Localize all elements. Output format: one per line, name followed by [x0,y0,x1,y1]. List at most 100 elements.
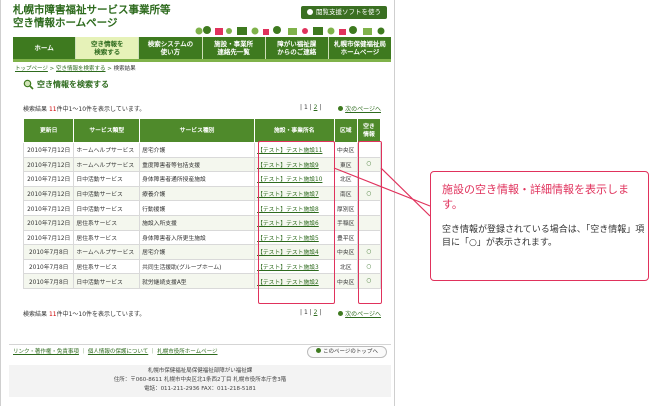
cell-service-category: ホームヘルプサービス [73,142,141,158]
site-title[interactable]: 札幌市障害福祉サービス事業所等 空き情報ホームページ [13,4,171,30]
pager: | 1 | 2 | [300,309,322,316]
cell-service-category: 居住系サービス [73,229,141,246]
cell-district: 北区 [333,258,358,275]
site-header: 札幌市障害福祉サービス事業所等 空き情報ホームページ 閲覧支援ソフトを使う [13,4,391,36]
breadcrumb-current: 検索結果 [113,66,136,72]
address-location: 住所：〒060-8611 札幌市中央区北1条西2丁目 札幌市役所本庁舎3階 [113,377,287,383]
accessibility-assist-button[interactable]: 閲覧支援ソフトを使う [301,6,387,19]
pager: | 1 | 2 | [300,104,322,111]
breadcrumb-home[interactable]: トップページ [15,66,48,72]
global-nav: ホーム 空き情報を 検索する 検索システムの 使い方 施設・事業所 連絡先一覧 … [13,37,391,59]
explanation-callout: 施設の空き情報・詳細情報を表示します。 空き情報が登録されている場合は、「空き情… [430,171,649,281]
browser-page: 札幌市障害福祉サービス事業所等 空き情報ホームページ 閲覧支援ソフトを使う ホー… [0,0,395,406]
next-page-label: 次のページへ [345,311,381,318]
cell-district: 南区 [333,185,358,202]
magnifier-icon [23,79,34,90]
cell-district: 東区 [333,156,358,173]
next-page-label: 次のページへ [345,106,381,113]
cell-service-type: 身体障害者通所授産施設 [139,171,256,187]
page-2-link[interactable]: 2 [314,309,318,316]
site-title-line2: 空き情報ホームページ [13,17,118,29]
cell-service-type: 居宅介護 [139,142,256,158]
cell-district: 豊平区 [333,229,358,246]
cell-service-type: 施設入所支援 [139,214,256,231]
cell-updated: 2010年7月12日 [22,229,75,246]
table-header-row: 更新日 サービス類型 サービス種別 施設・事業所名 区域 空き 情報 [22,118,382,143]
result-bar-top: 検索結果 11件中1〜10件を表示しています。 | 1 | 2 | 次のページへ [23,103,381,114]
cell-service-category: 日中活動サービス [73,273,141,289]
cell-service-category: 日中活動サービス [73,200,141,216]
nav-search-vacancy[interactable]: 空き情報を 検索する [76,37,140,59]
cell-district: 中央区 [333,142,358,158]
header-decoration-icon [195,26,385,35]
back-to-top-button[interactable]: このページのトップへ [307,346,387,358]
result-suffix: 件中1〜10件を表示しています。 [56,311,146,318]
cell-service-category: 居住系サービス [73,258,141,275]
footer-link-privacy[interactable]: 個人情報の保護について [88,349,148,355]
page-1[interactable]: 1 [304,309,308,316]
site-title-line1: 札幌市障害福祉サービス事業所等 [13,4,171,16]
cell-service-category: ホームヘルプサービス [73,156,141,173]
page-title-text: 空き情報を検索する [37,80,109,89]
up-arrow-icon [316,348,322,353]
cell-service-type: 重度障害者等包括支援 [139,156,256,173]
cell-service-category: 日中活動サービス [73,171,141,187]
page-title: 空き情報を検索する [23,79,109,90]
breadcrumb-search[interactable]: 空き情報を検索する [56,66,106,72]
footer-address: 札幌市保健福祉局保健福祉部障がい福祉課 住所：〒060-8611 札幌市中央区北… [9,365,391,397]
cell-updated: 2010年7月12日 [22,185,75,202]
col-district: 区域 [333,118,358,143]
cell-updated: 2010年7月12日 [22,171,75,187]
result-count: 検索結果 11件中1〜10件を表示しています。 [23,309,145,318]
cell-district: 中央区 [333,244,358,260]
footer-link-city[interactable]: 札幌市役所ホームページ [157,349,217,355]
cell-updated: 2010年7月12日 [22,142,75,158]
cell-service-category: 居住系サービス [73,214,141,231]
nav-facility-contacts[interactable]: 施設・事業所 連絡先一覧 [203,37,266,59]
cell-updated: 2010年7月8日 [22,273,75,289]
footer-link-copyright[interactable]: リンク・著作権・免責事項 [13,349,79,355]
back-to-top-label: このページのトップへ [323,349,378,355]
page-2-link[interactable]: 2 [314,104,318,111]
col-updated: 更新日 [22,118,75,143]
result-bar-bottom: 検索結果 11件中1〜10件を表示しています。 | 1 | 2 | 次のページへ [23,308,381,319]
col-service-category: サービス類型 [73,118,141,143]
cell-updated: 2010年7月12日 [22,214,75,231]
nav-underline [13,59,391,62]
result-prefix: 検索結果 [23,311,48,318]
next-arrow-icon [338,106,344,111]
cell-district: 厚別区 [333,200,358,216]
col-facility-name: 施設・事業所名 [254,118,335,143]
col-service-type: サービス種別 [139,118,256,143]
facility-column-highlight [258,141,335,304]
vacancy-column-highlight [358,141,382,304]
callout-title: 施設の空き情報・詳細情報を表示します。 [442,183,629,211]
page-1[interactable]: 1 [304,104,308,111]
address-department: 札幌市保健福祉局保健福祉部障がい福祉課 [147,368,253,374]
next-page-link[interactable]: 次のページへ [338,309,381,318]
cell-service-type: 療養介護 [139,185,256,202]
result-count: 検索結果 11件中1〜10件を表示しています。 [23,104,145,113]
cell-updated: 2010年7月12日 [22,200,75,216]
nav-home[interactable]: ホーム [13,37,77,59]
footer-links: リンク・著作権・免責事項 ｜ 個人情報の保護について ｜ 札幌市役所ホームページ [13,347,218,355]
nav-welfare-bureau[interactable]: 札幌市保健福祉局 ホームページ [329,37,391,59]
bullet-icon [307,9,313,15]
nav-notices[interactable]: 障がい福祉課 からのご連絡 [266,37,329,59]
next-page-link[interactable]: 次のページへ [338,104,381,113]
next-arrow-icon [338,311,344,316]
cell-updated: 2010年7月12日 [22,156,75,173]
cell-updated: 2010年7月8日 [22,258,75,275]
cell-service-category: ホームヘルプサービス [73,244,141,260]
result-suffix: 件中1〜10件を表示しています。 [56,106,146,113]
address-phone: 電話：011-211-2936 FAX：011-218-5181 [144,386,256,392]
cell-service-category: 日中活動サービス [73,185,141,202]
cell-service-type: 行動援護 [139,200,256,216]
col-vacancy: 空き 情報 [356,118,382,143]
result-prefix: 検索結果 [23,106,48,113]
cell-district: 北区 [333,171,358,187]
cell-updated: 2010年7月8日 [22,244,75,260]
cell-service-type: 共同生活援助(グループホーム) [139,258,256,275]
result-total: 11 [48,106,57,113]
nav-how-to-use[interactable]: 検索システムの 使い方 [139,37,203,59]
